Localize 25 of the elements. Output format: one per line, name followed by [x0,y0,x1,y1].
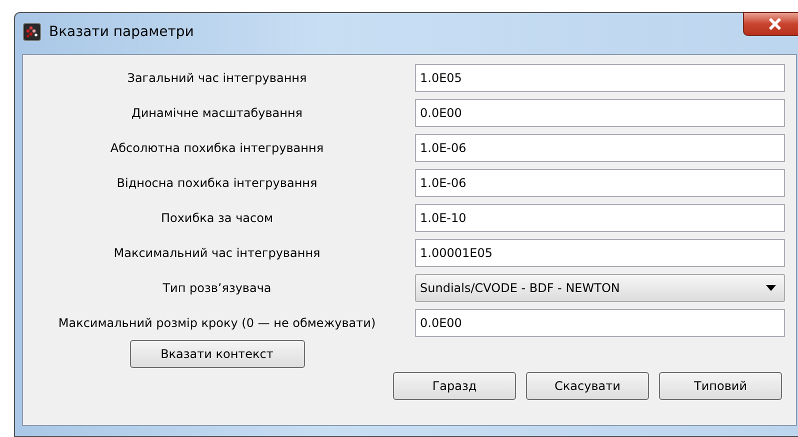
close-icon [768,18,782,30]
field-label: Відносна похибка інтегрування [116,176,318,190]
context-button[interactable]: Вказати контекст [130,340,304,368]
input-field[interactable]: 1.0E05 [415,64,785,92]
field-label: Максимальний розмір кроку (0 — не обмежувати) [57,316,377,330]
dialog-button[interactable]: Скасувати [526,372,649,400]
field-label: Похибка за часом [160,211,274,225]
dropdown-caret-icon [766,285,776,291]
input-field[interactable]: 0.0E00 [415,309,785,337]
app-icon [23,23,41,41]
field-label: Загальний час інтегрування [126,71,308,85]
input-field[interactable]: 1.00001E05 [415,239,785,267]
solver-dropdown[interactable]: Sundials/CVODE - BDF - NEWTON [415,274,785,302]
close-button[interactable] [743,12,798,36]
field-label: Абсолютна похибка інтегрування [109,141,325,155]
field-label: Динамічне масштабування [130,106,304,120]
field-label: Максимальний час інтегрування [112,246,322,260]
input-field[interactable]: 1.0E-10 [415,204,785,232]
window-title: Вказати параметри [49,24,194,40]
input-field[interactable]: 1.0E-06 [415,134,785,162]
input-field[interactable]: 1.0E-06 [415,169,785,197]
field-label: Тип розв’язувача [162,281,272,295]
dialog-button[interactable]: Гаразд [393,372,516,400]
input-field[interactable]: 0.0E00 [415,99,785,127]
dialog-button[interactable]: Типовий [659,372,782,400]
